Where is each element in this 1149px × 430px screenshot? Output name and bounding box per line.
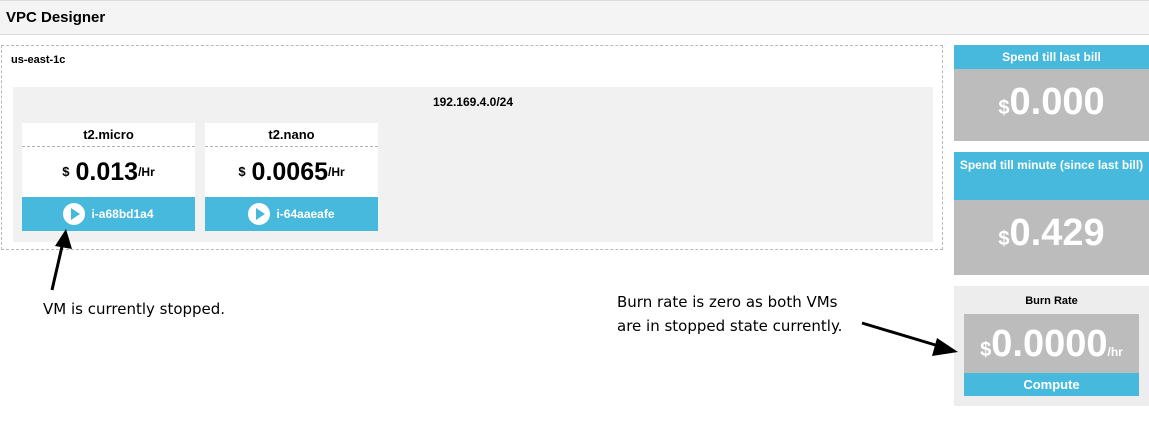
arrow-to-burn-rate <box>861 321 958 356</box>
arrow-to-instance <box>50 229 72 291</box>
annotation-arrows <box>50 229 958 356</box>
